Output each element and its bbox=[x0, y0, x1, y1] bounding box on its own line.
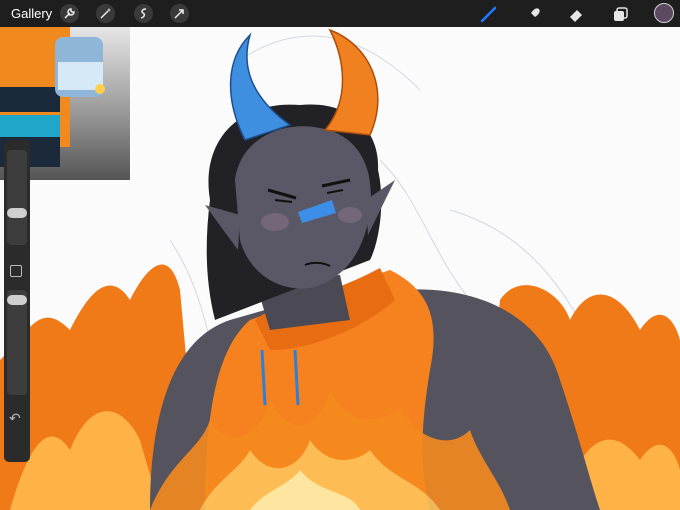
transform-arrow-icon[interactable] bbox=[170, 4, 189, 23]
opacity-slider[interactable] bbox=[7, 290, 27, 395]
brush-size-slider[interactable] bbox=[7, 150, 27, 245]
brush-icon[interactable] bbox=[478, 3, 500, 25]
wrench-icon[interactable] bbox=[60, 4, 79, 23]
layers-icon[interactable] bbox=[609, 3, 631, 25]
brush-size-knob[interactable] bbox=[7, 208, 27, 218]
eraser-icon[interactable] bbox=[565, 3, 587, 25]
magic-wand-icon[interactable] bbox=[96, 4, 115, 23]
smudge-icon[interactable] bbox=[523, 3, 545, 25]
gallery-button[interactable]: Gallery bbox=[11, 6, 52, 21]
color-picker-swatch[interactable] bbox=[654, 3, 674, 23]
undo-icon[interactable]: ↶ bbox=[9, 410, 21, 427]
opacity-knob[interactable] bbox=[7, 295, 27, 305]
top-toolbar: Gallery bbox=[0, 0, 680, 27]
selection-icon[interactable] bbox=[134, 4, 153, 23]
left-sidebar: ↶ bbox=[4, 140, 30, 462]
modify-button[interactable] bbox=[10, 265, 22, 277]
